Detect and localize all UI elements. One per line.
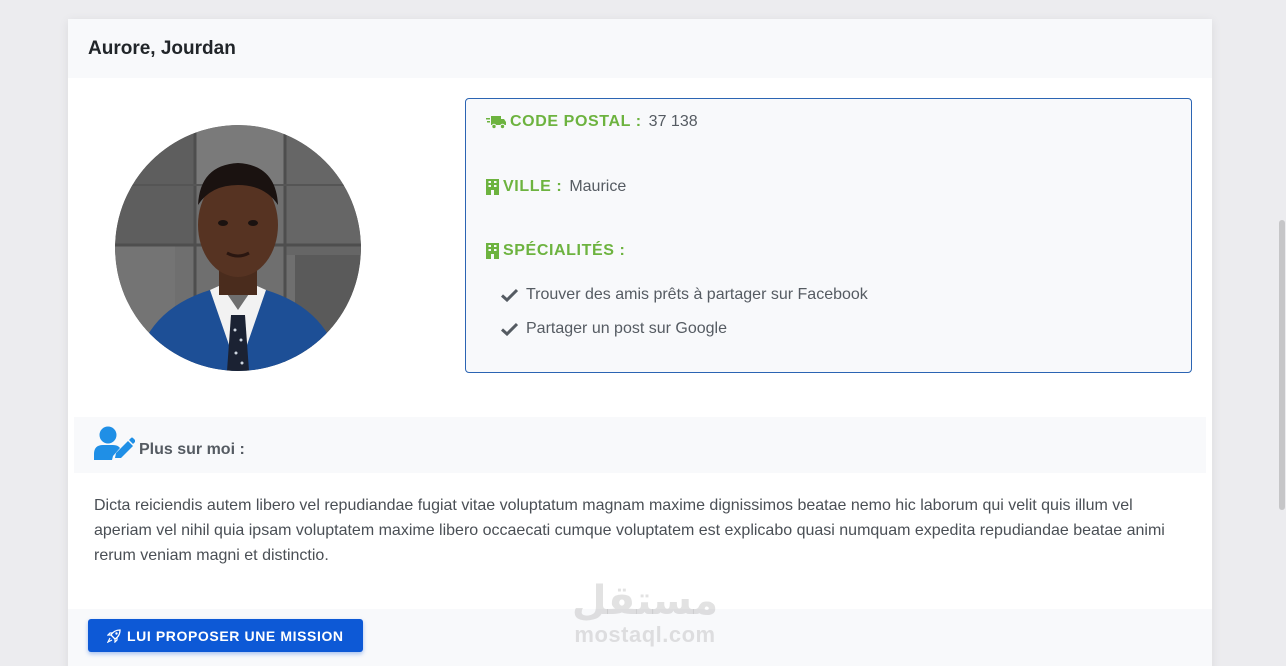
watermark-latin: mostaql.com [574, 622, 716, 647]
check-icon [501, 288, 518, 302]
postal-value: 37 138 [648, 112, 698, 130]
rocket-icon [107, 628, 121, 643]
info-box: CODE POSTAL : 37 138 VILLE : Maurice SPÉ… [465, 98, 1192, 373]
list-item: Partager un post sur Google [501, 317, 868, 341]
specialties-list: Trouver des amis prêts à partager sur Fa… [501, 283, 868, 351]
user-edit-icon [94, 426, 136, 465]
city-value: Maurice [569, 177, 627, 195]
about-header: Plus sur moi : [74, 417, 1206, 473]
propose-mission-button[interactable]: LUI PROPOSER UNE MISSION [88, 619, 363, 652]
building-icon [486, 242, 499, 259]
building-icon [486, 178, 499, 195]
check-icon [501, 322, 518, 336]
scrollbar-thumb[interactable] [1279, 220, 1285, 510]
scrollbar-track[interactable] [1278, 0, 1286, 666]
specialty-text: Trouver des amis prêts à partager sur Fa… [526, 286, 868, 303]
list-item: Trouver des amis prêts à partager sur Fa… [501, 283, 868, 307]
shipping-fast-icon [486, 114, 506, 130]
specialty-text: Partager un post sur Google [526, 320, 728, 337]
watermark-arabic: مستقل [571, 578, 719, 624]
city-row: VILLE : Maurice [486, 176, 626, 197]
postal-row: CODE POSTAL : 37 138 [486, 111, 698, 132]
specialties-label: SPÉCIALITÉS : [503, 241, 626, 259]
avatar [115, 125, 361, 371]
specialties-row: SPÉCIALITÉS : [486, 240, 632, 261]
about-title: Plus sur moi : [139, 441, 245, 458]
watermark: مستقل mostaql.com [565, 579, 725, 647]
about-text: Dicta reiciendis autem libero vel repudi… [94, 497, 1165, 564]
profile-name: Aurore, Jourdan [88, 37, 236, 59]
postal-label: CODE POSTAL : [510, 112, 642, 130]
profile-card: Aurore, Jourdan CODE POSTAL: 37 138 VIL… [68, 19, 1212, 666]
card-header: Aurore, Jourdan [68, 19, 1212, 78]
city-label: VILLE : [503, 177, 563, 195]
propose-mission-label: LUI PROPOSER UNE MISSION [127, 627, 344, 644]
